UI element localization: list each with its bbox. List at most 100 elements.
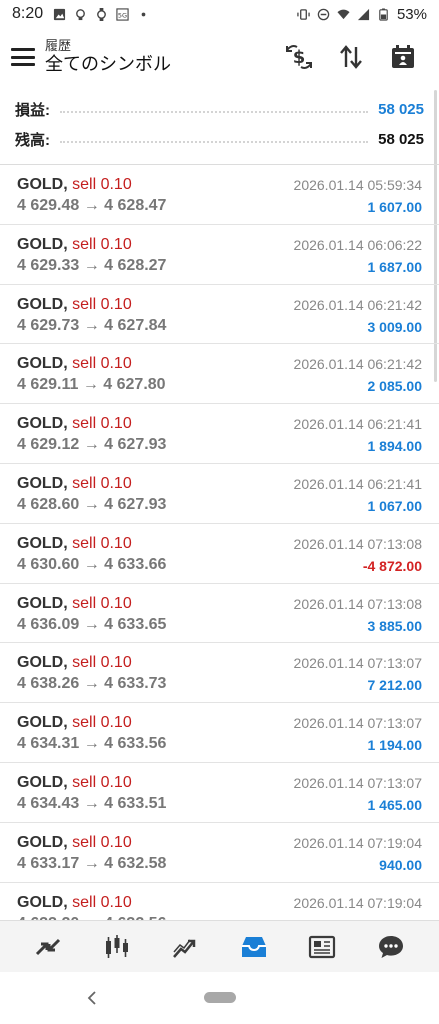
trade-side: sell 0.10 (72, 714, 132, 732)
trade-symbol: GOLD, (17, 295, 68, 313)
trade-symbol: GOLD, (17, 534, 68, 552)
trade-symbol-line: GOLD, sell 0.10 (17, 834, 132, 852)
balance-value: 58 025 (378, 130, 424, 148)
trade-row[interactable]: GOLD, sell 0.10 4 636.09 → 4 633.65 2026.0… (0, 584, 439, 644)
system-navigation (0, 972, 439, 1024)
trade-symbol: GOLD, (17, 654, 68, 672)
trade-time: 2026.01.14 05:59:34 (293, 177, 422, 193)
dot-icon (141, 12, 146, 16)
calendar-button[interactable] (385, 39, 421, 75)
trade-prices: 4 634.43 → 4 633.51 (17, 794, 167, 812)
title-block[interactable]: 履歴 全てのシンボル (45, 38, 171, 75)
trade-row[interactable]: GOLD, sell 0.10 4 633.17 → 4 632.58 2026.0… (0, 823, 439, 883)
trade-symbol-line: GOLD, sell 0.10 (17, 714, 132, 732)
profit-value: 58 025 (378, 100, 424, 118)
calendar-icon (392, 45, 414, 68)
battery-percent: 53% (396, 5, 427, 23)
dotted-leader (60, 141, 369, 143)
trade-symbol-line: GOLD, sell 0.10 (17, 176, 132, 194)
trade-row[interactable]: GOLD, sell 0.104 633.20 → 4 632.562026.0… (0, 883, 439, 920)
trade-profit: 1 194.00 (367, 737, 423, 754)
trade-time: 2026.01.14 06:21:42 (293, 296, 422, 313)
trade-side: sell 0.10 (72, 176, 132, 193)
trade-time: 2026.01.14 07:13:07 (293, 774, 422, 791)
chart-icon (105, 934, 128, 958)
wifi-icon (337, 9, 350, 19)
trade-profit: 940.00 (379, 856, 422, 873)
trade-symbol: GOLD, (17, 474, 68, 492)
app-bar: 履歴 全てのシンボル $ (0, 28, 439, 86)
home-button[interactable] (204, 992, 236, 1003)
status-bar: 8:20 5G 53% (0, 0, 439, 28)
trade-side: sell 0.10 (72, 833, 132, 851)
trade-profit: 1 607.00 (367, 199, 423, 215)
trade-prices: 4 636.09 → 4 633.65 (17, 615, 167, 633)
trade-profit: 1 067.00 (367, 497, 423, 514)
trade-time: 2026.01.14 07:13:08 (293, 535, 422, 552)
trade-list[interactable]: GOLD, sell 0.10 4 629.48 → 4 628.47 2026.0… (0, 164, 439, 920)
nav-history[interactable] (234, 927, 274, 967)
quotes-icon (36, 938, 61, 955)
trade-side: sell 0.10 (72, 355, 132, 373)
trade-icon (173, 939, 196, 958)
trade-row[interactable]: GOLD, sell 0.10 4 634.31 → 4 633.56 2026.0… (0, 703, 439, 763)
trade-symbol: GOLD, (17, 594, 68, 612)
trade-time: 2026.01.14 07:13:07 (293, 655, 422, 672)
trade-prices: 4 633.17 → 4 632.58 (17, 854, 167, 872)
trade-row[interactable]: GOLD, sell 0.10 4 630.60 → 4 633.66 2026.0… (0, 524, 439, 584)
nav-quotes[interactable] (28, 927, 68, 967)
vibrate-icon (297, 8, 310, 20)
trade-time: 2026.01.14 07:13:07 (293, 715, 422, 732)
trade-side: sell 0.10 (72, 654, 132, 672)
trade-profit: -4 872.00 (362, 557, 422, 574)
back-icon[interactable] (84, 986, 100, 1010)
trade-row[interactable]: GOLD, sell 0.10 4 629.73 → 4 627.84 2026.0… (0, 285, 439, 345)
menu-icon[interactable] (11, 48, 35, 66)
trade-profit: 1 687.00 (367, 258, 423, 275)
trade-prices: 4 638.26 → 4 633.73 (17, 675, 167, 693)
trade-symbol-line: GOLD, sell 0.10 (17, 355, 132, 373)
page-title: 全てのシンボル (45, 54, 171, 75)
nav-trade[interactable] (165, 927, 205, 967)
trade-side: sell 0.10 (72, 295, 132, 313)
trade-time: 2026.01.14 06:21:41 (293, 416, 422, 433)
image-icon (54, 8, 66, 20)
trade-prices: 4 629.73 → 4 627.84 (17, 316, 167, 334)
trade-row[interactable]: GOLD, sell 0.10 4 628.60 → 4 627.93 2026.0… (0, 464, 439, 524)
trade-time: 2026.01.14 07:19:04 (293, 894, 422, 911)
trade-row[interactable]: GOLD, sell 0.10 4 629.11 → 4 627.80 2026.0… (0, 344, 439, 405)
nav-chart[interactable] (97, 927, 137, 967)
trade-symbol-line: GOLD, sell 0.10 (17, 475, 132, 493)
profit-label: 損益: (15, 101, 50, 119)
trade-prices: 4 634.31 → 4 633.56 (17, 735, 167, 753)
trade-side: sell 0.10 (72, 773, 132, 791)
trade-symbol-line: GOLD, sell 0.10 (17, 236, 132, 254)
trade-symbol: GOLD, (17, 235, 68, 253)
trade-row[interactable]: GOLD, sell 0.10 4 629.12 → 4 627.93 2026.0… (0, 404, 439, 464)
trade-side: sell 0.10 (72, 474, 132, 492)
trade-side: sell 0.10 (72, 534, 132, 552)
trade-row[interactable]: GOLD, sell 0.10 4 638.26 → 4 633.73 2026.0… (0, 643, 439, 704)
dotted-leader (60, 111, 369, 113)
sort-button[interactable] (333, 39, 369, 75)
currency-swap-icon: $ (286, 45, 312, 69)
trade-row[interactable]: GOLD, sell 0.10 4 634.43 → 4 633.51 2026.0… (0, 763, 439, 823)
trade-time: 2026.01.14 07:19:04 (293, 834, 422, 851)
data-icon: 5G (116, 7, 129, 21)
balance-row: 残高: 58 025 (15, 125, 424, 153)
trade-row[interactable]: GOLD, sell 0.10 4 629.33 → 4 628.27 2026.0… (0, 225, 439, 285)
messages-icon (378, 935, 403, 958)
nav-news[interactable] (302, 927, 342, 967)
trade-prices: 4 629.48 → 4 628.47 (17, 197, 167, 214)
trade-symbol: GOLD, (17, 773, 68, 791)
svg-text:5G: 5G (118, 11, 127, 19)
trade-prices: 4 629.33 → 4 628.27 (17, 256, 167, 274)
nav-messages[interactable] (371, 927, 411, 967)
trade-time: 2026.01.14 07:13:08 (293, 595, 422, 612)
trade-symbol: GOLD, (17, 893, 68, 911)
summary-panel: 損益: 58 025 残高: 58 025 (0, 92, 439, 162)
trade-prices: 4 629.12 → 4 627.93 (17, 436, 167, 454)
trade-row[interactable]: GOLD, sell 0.10 4 629.48 → 4 628.47 2026.0… (0, 165, 439, 225)
currency-swap-button[interactable]: $ (281, 39, 317, 75)
trade-prices: 4 628.60 → 4 627.93 (17, 495, 167, 513)
